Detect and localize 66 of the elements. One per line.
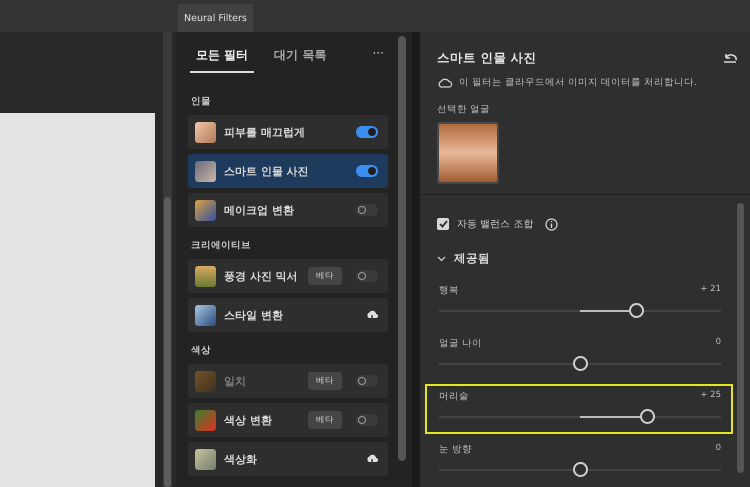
filter-title: 스마트 인물 사진 bbox=[437, 50, 537, 67]
checkbox-label: 자동 밸런스 조합 bbox=[457, 218, 534, 231]
slider-thumb[interactable] bbox=[640, 409, 656, 424]
face-label: 선택한 얼굴 bbox=[437, 103, 492, 116]
photo-placeholder bbox=[195, 304, 216, 326]
filter-name: 메이크업 변환 bbox=[224, 202, 295, 218]
beta-badge: 베타 bbox=[308, 411, 342, 429]
slider-value: + 21 bbox=[700, 284, 721, 296]
filter-item[interactable]: 피부를 매끄럽게 bbox=[188, 115, 388, 149]
photo-placeholder bbox=[195, 448, 216, 470]
filter-name: 색상 변환 bbox=[224, 412, 273, 428]
toggle-switch[interactable] bbox=[356, 414, 378, 426]
scrollbar[interactable] bbox=[164, 197, 171, 487]
toggle-switch[interactable] bbox=[356, 270, 378, 282]
slider-thumb[interactable] bbox=[572, 462, 588, 477]
filter-item[interactable]: 스타일 변환 bbox=[188, 298, 388, 332]
filter-item[interactable]: 색상화 bbox=[188, 442, 388, 476]
photo-placeholder bbox=[195, 160, 216, 182]
cloud-download-icon[interactable] bbox=[366, 454, 378, 464]
filter-item[interactable]: 색상 변환 베타 bbox=[188, 403, 388, 437]
slider-thumb[interactable] bbox=[572, 356, 588, 371]
filter-tab[interactable]: 모든 필터 bbox=[190, 46, 254, 73]
slider-value: + 25 bbox=[700, 390, 721, 402]
slider-label: 얼굴 나이 bbox=[439, 337, 482, 350]
slider-thumb[interactable] bbox=[628, 303, 644, 318]
slider-label: 눈 방향 bbox=[439, 443, 472, 456]
scrollbar[interactable] bbox=[398, 36, 406, 461]
filter-name: 일치 bbox=[224, 374, 247, 388]
scrollbar[interactable] bbox=[737, 203, 744, 473]
filter-name: 스마트 인물 사진 bbox=[224, 164, 310, 178]
more-menu-button[interactable]: ··· bbox=[368, 46, 388, 60]
photo-placeholder bbox=[195, 370, 216, 392]
category-heading: 크리에이티브 bbox=[191, 239, 252, 252]
beta-badge: 베타 bbox=[308, 267, 342, 285]
toggle-switch[interactable] bbox=[356, 126, 378, 138]
cloud-download-icon[interactable] bbox=[366, 310, 378, 320]
filter-item[interactable]: 풍경 사진 믹서 베타 bbox=[188, 259, 388, 293]
panel-tab[interactable]: Neural Filters bbox=[178, 4, 253, 32]
filter-item[interactable]: 메이크업 변환 bbox=[188, 193, 388, 227]
filter-item[interactable]: 스마트 인물 사진 bbox=[188, 154, 388, 188]
photo-placeholder bbox=[195, 200, 216, 220]
checkbox[interactable] bbox=[437, 218, 449, 230]
info-icon[interactable] bbox=[545, 218, 558, 230]
slider-value: 0 bbox=[716, 337, 721, 349]
toggle-switch[interactable] bbox=[356, 204, 378, 216]
photo-placeholder[interactable] bbox=[437, 122, 499, 184]
photo-placeholder bbox=[195, 122, 216, 142]
filter-name: 스타일 변환 bbox=[224, 308, 284, 322]
slider-label: 행복 bbox=[439, 284, 459, 297]
category-heading: 색상 bbox=[191, 344, 212, 357]
filter-name: 피부를 매끄럽게 bbox=[224, 124, 306, 140]
beta-badge: 베타 bbox=[308, 372, 342, 390]
photo-placeholder bbox=[195, 410, 216, 430]
chevron-icon[interactable] bbox=[437, 254, 446, 263]
category-heading: 인물 bbox=[191, 95, 212, 108]
toggle-switch[interactable] bbox=[356, 165, 378, 177]
section-heading[interactable]: 제공됨 bbox=[454, 251, 490, 266]
slider-label: 머리숱 bbox=[439, 390, 469, 403]
filter-name: 풍경 사진 믹서 bbox=[224, 268, 299, 284]
cloud-note: 이 필터는 클라우드에서 이미지 데이터를 처리합니다. bbox=[459, 76, 698, 89]
photo-placeholder bbox=[195, 266, 216, 286]
filter-tab[interactable]: 대기 목록 bbox=[268, 46, 332, 73]
undo-icon[interactable] bbox=[722, 52, 738, 64]
slider-value: 0 bbox=[716, 443, 721, 455]
filter-name: 색상화 bbox=[224, 452, 258, 466]
cloud-icon bbox=[437, 78, 453, 88]
